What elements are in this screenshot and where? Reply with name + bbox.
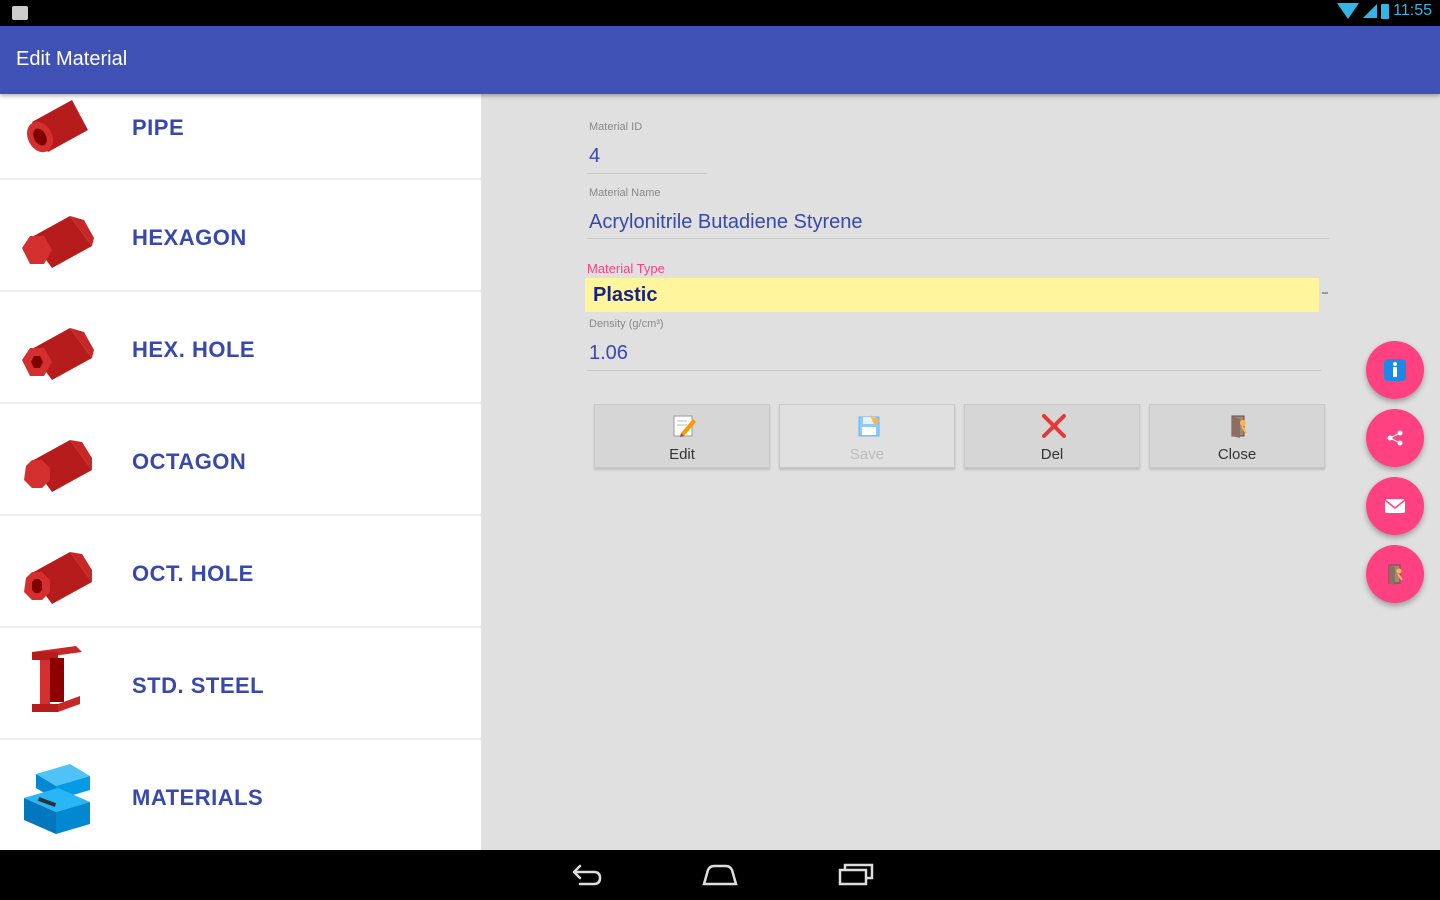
dropdown-caret-icon (1322, 292, 1328, 294)
material-id-field[interactable]: 4 (589, 145, 600, 168)
density-underline (587, 370, 1321, 371)
shape-list: PIPE HEXAGON HEX. HOLE OCTAGON OCT. HOLE… (0, 94, 481, 850)
list-item-label: STD. STEEL (132, 673, 265, 698)
exit-door-icon (1231, 415, 1247, 438)
material-name-underline (587, 238, 1329, 239)
octagon-bar-icon (24, 440, 92, 492)
material-type-value: Plastic (593, 284, 658, 306)
close-button-label: Close (1217, 446, 1257, 463)
list-item-label: OCTAGON (132, 449, 247, 474)
material-name-label: Material Name (589, 187, 661, 199)
list-item-octagon[interactable]: OCTAGON (0, 404, 481, 516)
recent-apps-icon[interactable] (836, 860, 876, 890)
material-name-field[interactable]: Acrylonitrile Butadiene Styrene (589, 211, 862, 234)
pipe-icon (27, 100, 88, 153)
density-field[interactable]: 1.06 (589, 342, 628, 365)
edit-button-label: Edit (669, 446, 695, 463)
status-time: 11:55 (1393, 2, 1432, 19)
share-icon (1387, 430, 1403, 446)
toolbox-icon (24, 764, 90, 834)
list-item-hexagon[interactable]: HEXAGON (0, 180, 481, 292)
list-item-materials[interactable]: MATERIALS (0, 740, 481, 850)
save-button-label: Save (849, 446, 885, 463)
delete-button-label: Del (1040, 446, 1064, 463)
list-item-label: MATERIALS (132, 785, 264, 810)
mail-icon (1384, 499, 1406, 513)
info-icon (1384, 359, 1406, 381)
save-button[interactable]: Save (779, 404, 955, 468)
list-item-label: OCT. HOLE (132, 561, 254, 586)
i-beam-icon (32, 646, 82, 712)
back-icon[interactable] (566, 860, 606, 890)
material-id-underline (587, 173, 707, 174)
list-item-label: PIPE (132, 115, 185, 140)
density-label: Density (g/cm³) (589, 318, 664, 330)
info-fab[interactable] (1366, 341, 1424, 399)
exit-icon (1388, 564, 1403, 585)
exit-fab[interactable] (1366, 545, 1424, 603)
delete-icon (1042, 414, 1066, 438)
list-item-hex-hole[interactable]: HEX. HOLE (0, 292, 481, 404)
app-bar: Edit Material (0, 26, 1440, 94)
edit-icon (673, 415, 696, 437)
hex-hole-icon (22, 328, 94, 380)
system-nav-bar (0, 850, 1440, 900)
close-button[interactable]: Close (1149, 404, 1325, 468)
notification-icon (12, 6, 28, 20)
signal-icon (1363, 4, 1378, 18)
list-item-label: HEXAGON (132, 225, 247, 250)
battery-icon (1381, 3, 1390, 19)
hexagon-bar-icon (22, 216, 94, 268)
home-icon[interactable] (700, 860, 740, 890)
oct-hole-icon (24, 552, 92, 604)
status-bar: 11:55 (0, 0, 1440, 26)
edit-button[interactable]: Edit (594, 404, 770, 468)
delete-button[interactable]: Del (964, 404, 1140, 468)
list-item-label: HEX. HOLE (132, 337, 256, 362)
save-icon (858, 415, 880, 437)
list-item-pipe[interactable]: PIPE (0, 94, 481, 180)
list-item-oct-hole[interactable]: OCT. HOLE (0, 516, 481, 628)
material-type-label: Material Type (587, 261, 665, 276)
share-fab[interactable] (1366, 409, 1424, 467)
mail-fab[interactable] (1366, 477, 1424, 535)
material-detail-panel (481, 94, 1440, 850)
material-id-label: Material ID (589, 121, 643, 133)
wifi-icon (1337, 3, 1360, 19)
list-item-std-steel[interactable]: STD. STEEL (0, 628, 481, 740)
page-title: Edit Material (16, 48, 128, 70)
material-type-select[interactable]: Plastic (585, 278, 1319, 312)
